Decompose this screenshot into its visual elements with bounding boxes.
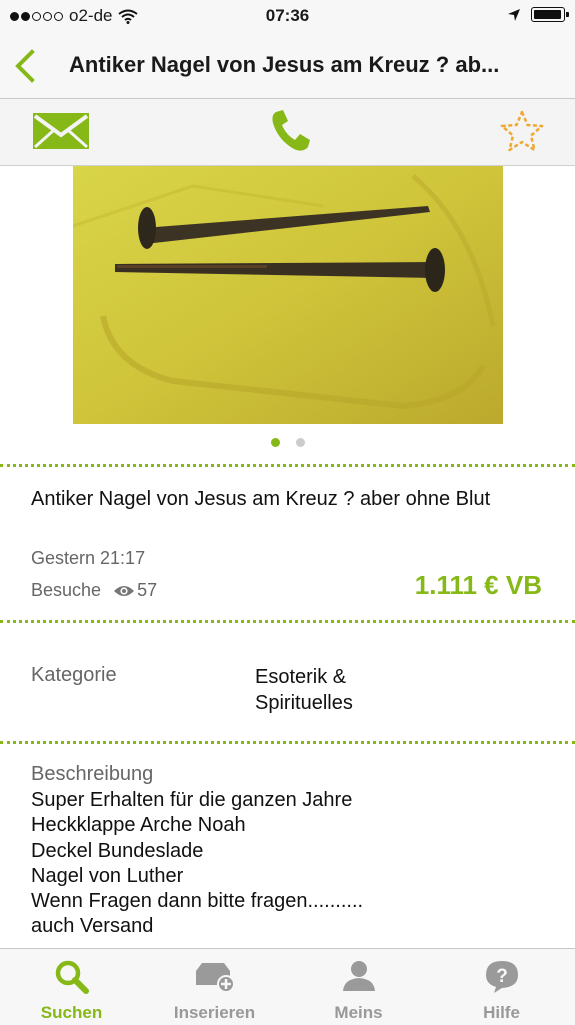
status-bar: o2-de 07:36 (0, 0, 575, 32)
page-title: Antiker Nagel von Jesus am Kreuz ? ab... (69, 52, 500, 77)
description-label: Beschreibung (31, 763, 154, 785)
battery-icon (531, 7, 569, 22)
navigation-bar: Antiker Nagel von Jesus am Kreuz ? ab... (0, 32, 575, 99)
divider (0, 464, 575, 467)
description-line: Heckklappe Arche Noah (31, 814, 246, 837)
ad-date: Gestern 21:17 (31, 548, 146, 568)
price: 1.111 € VB (414, 570, 542, 600)
location-arrow-icon (508, 8, 520, 21)
search-icon (55, 960, 89, 994)
divider (0, 741, 575, 744)
back-chevron-icon[interactable] (10, 48, 40, 84)
description-line: Super Erhalten für die ganzen Jahre (31, 789, 353, 811)
action-bar (0, 99, 575, 166)
divider (0, 620, 575, 623)
star-outline-icon[interactable] (499, 109, 545, 153)
tab-bar: Suchen Inserieren Meins ? Hilfe (0, 948, 575, 1025)
add-listing-icon (195, 963, 235, 993)
pager-dot-active[interactable] (270, 438, 280, 447)
phone-icon[interactable] (270, 109, 312, 153)
tab-label: Suchen (40, 1003, 103, 1022)
tab-label: Hilfe (483, 1003, 520, 1022)
envelope-icon[interactable] (33, 113, 89, 149)
visits-label: Besuche (31, 580, 102, 600)
description-line: Deckel Bundeslade (31, 839, 204, 862)
nails-photo-image (73, 166, 503, 424)
category-label: Kategorie (31, 664, 117, 686)
eye-icon (114, 585, 135, 596)
tab-suchen[interactable]: Suchen (0, 949, 143, 1025)
pager-dot[interactable] (295, 438, 305, 447)
user-icon (342, 961, 375, 991)
description-line: auch Versand (31, 915, 154, 938)
image-pager (0, 438, 575, 447)
tab-hilfe[interactable]: ? Hilfe (430, 949, 573, 1025)
description-line: Nagel von Luther (31, 864, 184, 887)
tab-meins[interactable]: Meins (287, 949, 430, 1025)
category-value[interactable]: Esoterik & Spirituelles (255, 664, 435, 716)
tab-inserieren[interactable]: Inserieren (143, 949, 286, 1025)
description-text: Super Erhalten für die ganzen Jahre Heck… (31, 788, 363, 940)
ad-title: Antiker Nagel von Jesus am Kreuz ? aber … (31, 488, 491, 510)
visits-counter: Besuche 57 (31, 580, 157, 601)
tab-label: Inserieren (173, 1003, 256, 1022)
clock: 07:36 (265, 6, 310, 25)
description-line: Wenn Fragen dann bitte fragen.......... (31, 890, 364, 913)
listing-photo[interactable] (73, 166, 503, 424)
help-icon: ? (485, 961, 518, 993)
visits-count: 57 (137, 580, 158, 600)
svg-text:?: ? (496, 966, 508, 987)
tab-label: Meins (334, 1003, 383, 1022)
